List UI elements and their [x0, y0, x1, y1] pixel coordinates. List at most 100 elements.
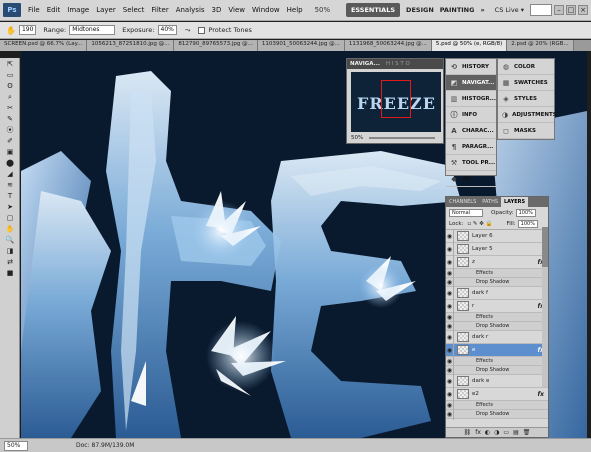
layer-effect-row[interactable]: ◉ Effects — [446, 400, 548, 410]
lock-icons[interactable]: ▫ ✎ ✥ 🔒 — [467, 221, 492, 227]
status-zoom-field[interactable]: 50% — [4, 440, 28, 451]
menu-view[interactable]: View — [228, 6, 245, 14]
eye-icon[interactable]: ◉ — [446, 242, 454, 256]
eye-icon[interactable]: ◉ — [446, 312, 454, 322]
tool-icon[interactable]: ◢ — [3, 169, 17, 179]
range-select[interactable]: Midtones — [69, 25, 116, 35]
tool-icon[interactable]: ⌕ — [3, 92, 17, 102]
layer-row[interactable]: ◉ dark e — [446, 374, 548, 388]
tool-icon[interactable]: 🔍 — [3, 235, 17, 245]
layer-effect-row[interactable]: ◉ Effects — [446, 312, 548, 322]
layers-footer-icon[interactable]: ▤ — [513, 429, 519, 436]
layer-effect-row[interactable]: ◉ Drop Shadow — [446, 321, 548, 331]
dodge-tool-icon[interactable]: ✋ — [6, 26, 16, 35]
fill-field[interactable]: 100% — [517, 220, 538, 228]
dock-item-masks[interactable]: ◻ MASKS — [498, 123, 554, 139]
workspace-painting-button[interactable]: PAINTING — [440, 6, 475, 14]
layers-footer-icon[interactable]: fx — [475, 429, 481, 436]
layers-footer-icon[interactable]: 🗑 — [523, 429, 531, 436]
opacity-field[interactable]: 100% — [515, 209, 536, 217]
navigator-zoom-value[interactable]: 50% — [351, 135, 363, 141]
dock-item-color[interactable]: ◍ COLOR — [498, 59, 554, 75]
workspace-design-button[interactable]: DESIGN — [406, 6, 434, 14]
document-tab[interactable]: 5.psd @ 50% (e, RGB/8) — [431, 40, 508, 51]
layers-scrollbar-thumb[interactable] — [542, 227, 548, 267]
dock-item-navigator[interactable]: ◩ NAVIGAT... — [446, 75, 496, 91]
eye-icon[interactable]: ◉ — [446, 286, 454, 300]
blend-mode-select[interactable]: Normal — [449, 209, 483, 217]
exposure-field[interactable]: 40% — [157, 25, 177, 35]
document-tab[interactable]: 1056213_87251810.jpg @... — [87, 40, 175, 51]
eye-icon[interactable]: ◉ — [446, 400, 454, 410]
eye-icon[interactable]: ◉ — [446, 374, 454, 388]
tool-icon[interactable]: ➤ — [3, 202, 17, 212]
tool-icon[interactable]: ▭ — [3, 70, 17, 80]
menu-edit[interactable]: Edit — [47, 6, 61, 14]
dock-item-history[interactable]: ⟲ HISTORY — [446, 59, 496, 75]
fx-icon[interactable]: fx — [538, 391, 544, 398]
eye-icon[interactable]: ◉ — [446, 299, 454, 313]
layers-footer-icon[interactable]: ▭ — [503, 429, 509, 436]
document-tab[interactable]: 812790_89765573.jpg @... — [174, 40, 258, 51]
brush-size-field[interactable]: 190 — [18, 25, 37, 35]
zoom-level-menu[interactable]: 50% — [315, 6, 331, 14]
dock-item-styles[interactable]: ◈ STYLES — [498, 91, 554, 107]
menu-select[interactable]: Select — [123, 6, 145, 14]
menu-window[interactable]: Window — [252, 6, 280, 14]
layer-row[interactable]: ◉dark e2 — [446, 418, 548, 420]
layer-row[interactable]: ◉ Layer 6 — [446, 230, 548, 243]
document-tab[interactable]: 1131968_50063244.jpg @... — [344, 40, 432, 51]
close-icon[interactable]: × — [578, 5, 588, 15]
maximize-icon[interactable]: □ — [566, 5, 576, 15]
tab-paths[interactable]: PATHS — [479, 197, 501, 207]
tool-icon[interactable]: ■ — [3, 268, 17, 278]
workspace-essentials-button[interactable]: ESSENTIALS — [345, 3, 401, 17]
layer-effect-row[interactable]: ◉ Effects — [446, 268, 548, 278]
menu-analysis[interactable]: Analysis — [176, 6, 205, 14]
menu-image[interactable]: Image — [67, 6, 89, 14]
dock-item-histogram[interactable]: ▥ HISTOGR... — [446, 91, 496, 107]
cs-live-button[interactable]: CS Live ▾ — [495, 6, 524, 14]
navigator-preview[interactable]: FREEZE — [351, 72, 441, 132]
layer-row[interactable]: ◉ e2 fx — [446, 387, 548, 401]
layer-row[interactable]: ◉ dark f — [446, 286, 548, 300]
eye-icon[interactable]: ◉ — [446, 230, 454, 243]
eye-icon[interactable]: ◉ — [446, 255, 454, 269]
layers-footer-icon[interactable]: ◑ — [494, 429, 499, 436]
eye-icon[interactable]: ◉ — [446, 387, 454, 401]
tool-icon[interactable]: ⇄ — [3, 257, 17, 267]
document-tab[interactable]: SCREEN.psd @ 66.7% (Lay... — [0, 40, 88, 51]
eye-icon[interactable]: ◉ — [446, 409, 454, 419]
eye-icon[interactable]: ◉ — [446, 418, 454, 420]
minimize-icon[interactable]: – — [554, 5, 564, 15]
navigator-tab[interactable]: NAVIGA... — [350, 61, 380, 67]
tool-icon[interactable]: ⬤ — [3, 158, 17, 168]
dock-item-character[interactable]: A CHARAC... — [446, 123, 496, 139]
dock-item-adjustments[interactable]: ◑ ADJUSTMENTS — [498, 107, 557, 123]
tool-icon[interactable]: ʘ — [3, 81, 17, 91]
dock-item-info[interactable]: ⓘ INFO — [446, 107, 496, 123]
layers-footer-icon[interactable]: ⛓ — [464, 429, 472, 436]
layer-effect-row[interactable]: ◉ Drop Shadow — [446, 409, 548, 419]
tab-layers[interactable]: LAYERS — [501, 197, 529, 207]
tab-channels[interactable]: CHANNELS — [446, 197, 479, 207]
layers-scrollbar[interactable] — [542, 227, 548, 387]
dock-item-swatches[interactable]: ▦ SWATCHES — [498, 75, 554, 91]
menu-filter[interactable]: Filter — [151, 6, 168, 14]
document-tab[interactable]: 2.psd @ 20% (RGB... — [507, 40, 574, 51]
search-input[interactable] — [530, 4, 552, 16]
tool-icon[interactable]: ≋ — [3, 180, 17, 190]
layer-row[interactable]: ◉ e fx — [446, 343, 548, 357]
navigator-view-box[interactable] — [381, 80, 411, 118]
histogram-faded-tabs[interactable]: H I S T O — [386, 61, 410, 67]
tool-icon[interactable]: ▢ — [3, 213, 17, 223]
eye-icon[interactable]: ◉ — [446, 356, 454, 366]
document-tab[interactable]: 1103901_50063244.jpg @... — [257, 40, 345, 51]
tool-icon[interactable]: ✐ — [3, 136, 17, 146]
menu-layer[interactable]: Layer — [96, 6, 116, 14]
tool-icon[interactable]: ⦿ — [3, 125, 17, 135]
dock-item-paragraph[interactable]: ¶ PARAGR... — [446, 139, 496, 155]
tool-icon[interactable]: ⇱ — [3, 59, 17, 69]
tool-icon[interactable]: ✂ — [3, 103, 17, 113]
airbrush-icon[interactable]: ⤳ — [185, 26, 191, 35]
